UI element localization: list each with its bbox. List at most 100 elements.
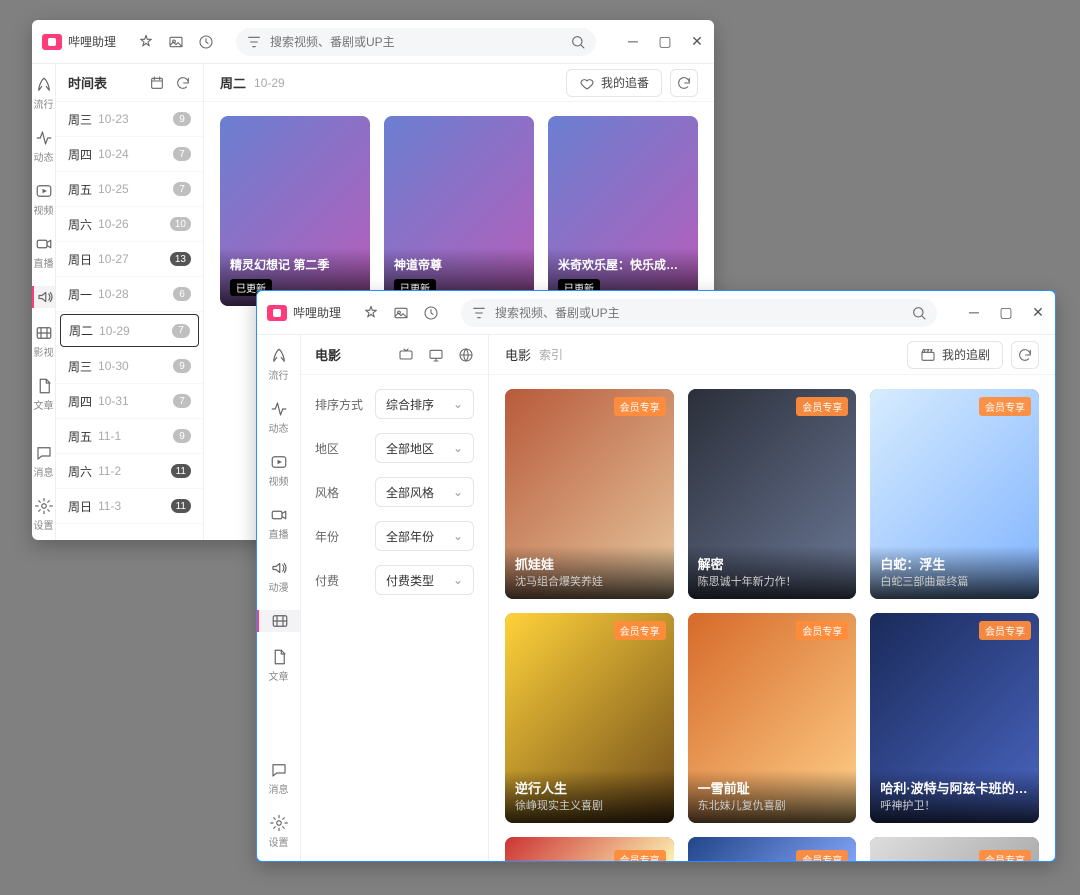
movie-card[interactable]: 会员专享解密陈思诚十年新力作！ xyxy=(688,389,857,599)
maximize-button[interactable]: ▢ xyxy=(999,304,1013,321)
play-icon xyxy=(270,453,288,471)
refresh-icon[interactable] xyxy=(175,75,191,91)
pin-icon[interactable] xyxy=(138,34,154,50)
search-box[interactable] xyxy=(236,28,596,56)
monitor-icon[interactable] xyxy=(428,347,444,363)
history-icon[interactable] xyxy=(423,305,439,321)
nav-item-设置[interactable]: 设置 xyxy=(32,495,55,534)
count-badge: 11 xyxy=(171,499,191,513)
globe-icon[interactable] xyxy=(458,347,474,363)
schedule-row[interactable]: 周五10-257 xyxy=(56,172,203,207)
nav-item-直播[interactable]: 直播 xyxy=(257,504,300,543)
schedule-row[interactable]: 周一10-286 xyxy=(56,277,203,312)
nav-item-直播[interactable]: 直播 xyxy=(32,233,55,272)
nav-item-视频[interactable]: 视频 xyxy=(32,180,55,219)
minimize-button[interactable]: ─ xyxy=(626,33,640,50)
nav-item-动漫[interactable]: 动漫 xyxy=(257,557,300,596)
movie-card[interactable]: 会员专享哈利·波特与阿兹卡班的囚徒呼神护卫！ xyxy=(870,613,1039,823)
schedule-row[interactable]: 周日10-2713 xyxy=(56,242,203,277)
schedule-row[interactable]: 周四10-317 xyxy=(56,384,203,419)
movie-card[interactable]: 会员专享 xyxy=(870,837,1039,861)
nav-item-消息[interactable]: 消息 xyxy=(32,442,55,481)
app-brand: 哔哩助理 xyxy=(42,33,116,50)
anime-card[interactable]: 米奇欢乐屋：快乐成长记…已更新 xyxy=(548,116,698,306)
calendar-icon[interactable] xyxy=(149,75,165,91)
nav-label: 动态 xyxy=(34,149,54,164)
schedule-row[interactable]: 周六10-2610 xyxy=(56,207,203,242)
filter-select[interactable]: 付费类型⌄ xyxy=(375,565,474,595)
movie-title: 逆行人生 xyxy=(515,778,664,797)
nav-item-影视[interactable]: 影视 xyxy=(32,322,55,361)
date: 10-29 xyxy=(99,324,130,338)
count-badge: 7 xyxy=(173,394,191,408)
current-date: 10-29 xyxy=(254,76,285,90)
movie-card[interactable]: 会员专享抓娃娃沈马组合爆笑养娃 xyxy=(505,389,674,599)
nav-item-动态[interactable]: 动态 xyxy=(257,398,300,437)
schedule-panel: 时间表 周三10-239周四10-247周五10-257周六10-2610周日1… xyxy=(56,64,204,540)
breadcrumb-2: 索引 xyxy=(539,346,563,363)
titlebar-icons xyxy=(363,305,439,321)
search-input[interactable] xyxy=(495,306,903,320)
nav-item-流行[interactable]: 流行 xyxy=(257,345,300,384)
refresh-button[interactable] xyxy=(1011,341,1039,369)
movie-title: 哈利·波特与阿兹卡班的囚徒 xyxy=(880,778,1029,797)
close-button[interactable]: ✕ xyxy=(1031,304,1045,321)
refresh-icon xyxy=(1017,347,1033,363)
minimize-button[interactable]: ─ xyxy=(967,304,981,321)
movie-subtitle: 呼神护卫！ xyxy=(880,797,1029,813)
tv-icon[interactable] xyxy=(398,347,414,363)
maximize-button[interactable]: ▢ xyxy=(658,33,672,50)
search-box[interactable] xyxy=(461,299,937,327)
weekday: 周日 xyxy=(68,251,92,268)
filter-select[interactable]: 综合排序⌄ xyxy=(375,389,474,419)
main-header: 周二 10-29 我的追番 xyxy=(204,64,714,102)
movie-subtitle: 徐峥现实主义喜剧 xyxy=(515,797,664,813)
nav-label: 动漫 xyxy=(269,579,289,594)
history-icon[interactable] xyxy=(198,34,214,50)
nav-item-动态[interactable]: 动态 xyxy=(32,127,55,166)
filter-select[interactable]: 全部地区⌄ xyxy=(375,433,474,463)
search-input[interactable] xyxy=(270,35,562,49)
picture-icon[interactable] xyxy=(393,305,409,321)
date: 10-28 xyxy=(98,287,129,301)
nav-item-视频[interactable]: 视频 xyxy=(257,451,300,490)
picture-icon[interactable] xyxy=(168,34,184,50)
close-button[interactable]: ✕ xyxy=(690,33,704,50)
nav-item-消息[interactable]: 消息 xyxy=(257,759,300,798)
nav-item-设置[interactable]: 设置 xyxy=(257,812,300,851)
refresh-button[interactable] xyxy=(670,69,698,97)
nav-item-文章[interactable]: 文章 xyxy=(257,646,300,685)
movie-card[interactable]: 会员专享白蛇：浮生白蛇三部曲最终篇 xyxy=(870,389,1039,599)
my-follow-drama-button[interactable]: 我的追剧 xyxy=(907,341,1003,369)
nav-label: 影视 xyxy=(34,344,54,359)
schedule-row[interactable]: 周二10-297 xyxy=(60,314,199,347)
schedule-row[interactable]: 周三10-239 xyxy=(56,102,203,137)
nav-item-film[interactable] xyxy=(257,610,300,632)
movie-card[interactable]: 会员专享机器人之… xyxy=(505,837,674,861)
count-badge: 7 xyxy=(173,182,191,196)
movie-card[interactable]: 会员专享一雪前耻东北妹儿复仇喜剧 xyxy=(688,613,857,823)
filter-select[interactable]: 全部风格⌄ xyxy=(375,477,474,507)
my-follow-button[interactable]: 我的追番 xyxy=(566,69,662,97)
card-title: 精灵幻想记 第二季 xyxy=(230,256,360,273)
nav-item-sound[interactable] xyxy=(32,286,55,308)
movie-card[interactable]: 会员专享逆行人生徐峥现实主义喜剧 xyxy=(505,613,674,823)
breadcrumb-1: 电影 xyxy=(505,345,531,364)
schedule-row[interactable]: 周五11-19 xyxy=(56,419,203,454)
anime-card[interactable]: 神道帝尊已更新 xyxy=(384,116,534,306)
filter-select[interactable]: 全部年份⌄ xyxy=(375,521,474,551)
nav-item-文章[interactable]: 文章 xyxy=(32,375,55,414)
card-title: 米奇欢乐屋：快乐成长记… xyxy=(558,256,688,273)
schedule-row[interactable]: 周日11-311 xyxy=(56,489,203,524)
anime-card[interactable]: 精灵幻想记 第二季已更新 xyxy=(220,116,370,306)
nav-item-流行[interactable]: 流行 xyxy=(32,74,55,113)
schedule-row[interactable]: 周六11-211 xyxy=(56,454,203,489)
main-panel: 电影 索引 我的追剧 会员专享抓娃娃沈马组合爆笑养娃会员专享解密陈思诚十年新力作… xyxy=(489,335,1055,861)
nav-label: 流行 xyxy=(34,96,54,111)
schedule-row[interactable]: 周四10-247 xyxy=(56,137,203,172)
movie-card[interactable]: 会员专享 xyxy=(688,837,857,861)
count-badge: 6 xyxy=(173,287,191,301)
schedule-row[interactable]: 周三10-309 xyxy=(56,349,203,384)
card-overlay: 一雪前耻东北妹儿复仇喜剧 xyxy=(688,770,857,823)
pin-icon[interactable] xyxy=(363,305,379,321)
